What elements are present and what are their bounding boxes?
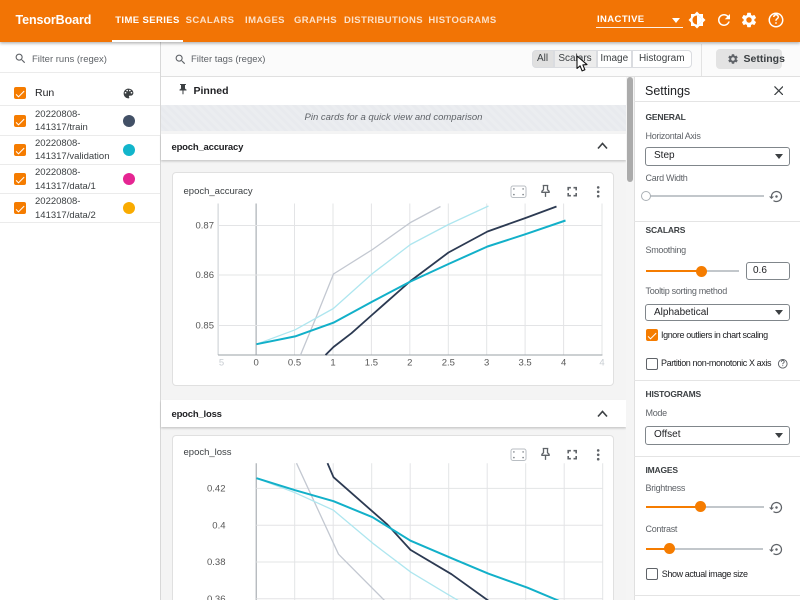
svg-text:1.5: 1.5: [364, 357, 377, 368]
svg-text:4: 4: [560, 357, 565, 368]
svg-text:4: 4: [599, 357, 604, 368]
svg-text:0.38: 0.38: [207, 557, 226, 568]
svg-text:0: 0: [253, 357, 258, 368]
svg-text:0.36: 0.36: [207, 594, 226, 600]
svg-text:2.5: 2.5: [441, 357, 454, 368]
svg-text:0.4: 0.4: [212, 520, 225, 531]
svg-text:0.5: 0.5: [287, 357, 300, 368]
svg-text:0.87: 0.87: [195, 220, 214, 231]
svg-text:2: 2: [407, 357, 412, 368]
svg-text:0.85: 0.85: [195, 320, 214, 331]
svg-text:3: 3: [484, 357, 489, 368]
svg-text:0.86: 0.86: [195, 270, 214, 281]
svg-text:5: 5: [218, 357, 223, 368]
svg-text:3.5: 3.5: [518, 357, 531, 368]
svg-text:0.42: 0.42: [207, 483, 226, 494]
svg-text:1: 1: [330, 357, 335, 368]
